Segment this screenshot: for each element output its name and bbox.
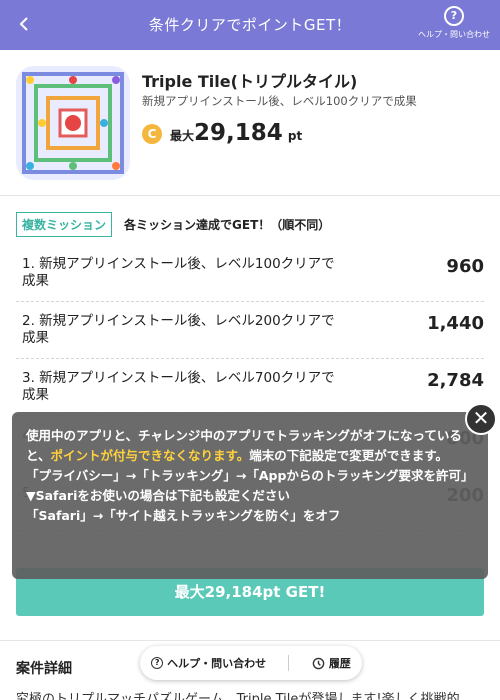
divider (0, 640, 500, 641)
details-text: 究極のトリプルマッチパズルゲーム、Triple Tileが登場します!楽しく挑戦… (16, 692, 460, 700)
coin-icon: C (142, 124, 162, 144)
tooltip-safari-path: 「Safari」→「サイト越えトラッキングを防ぐ」をオフ (26, 508, 341, 523)
help-history-bar: ? ヘルプ・問い合わせ 履歴 (140, 646, 362, 680)
history-icon (312, 657, 325, 669)
history-link[interactable]: 履歴 (312, 655, 351, 671)
app-name: Triple Tile(トリプルタイル) (142, 72, 358, 91)
mission-points: 960 (446, 256, 484, 277)
help-contact-label: ヘルプ・問い合わせ (418, 30, 490, 39)
points-unit: pt (287, 129, 303, 143)
mission-label: 1. 新規アプリインストール後、レベル100クリアで 成果 (22, 256, 362, 289)
max-points: 最大29,184 pt (170, 120, 302, 146)
mission-label: 2. 新規アプリインストール後、レベル200クリアで 成果 (22, 313, 362, 346)
mission-note: 各ミッション達成でGET！（順不同） (124, 217, 331, 232)
mission-row: 1. 新規アプリインストール後、レベル100クリアで 成果 960 (16, 256, 484, 302)
question-icon: ? (444, 6, 464, 26)
multi-mission-badge: 複数ミッション (16, 211, 113, 237)
mission-label: 3. 新規アプリインストール後、レベル700クリアで 成果 (22, 370, 362, 403)
mission-row: 2. 新規アプリインストール後、レベル200クリアで 成果 1,440 (16, 313, 484, 359)
close-button[interactable]: ✕ (465, 403, 497, 435)
tooltip-warning-text: ポイントが付与できなくなります。 (50, 448, 250, 463)
help-contact-text: ヘルプ・問い合わせ (167, 657, 267, 670)
tracking-warning-tooltip: 使用中のアプリと、チャレンジ中のアプリでトラッキングがオフになっていると、ポイン… (12, 412, 488, 579)
top-bar: 条件クリアでポイントGET！ ? ヘルプ・問い合わせ (0, 0, 500, 50)
app-condition: 新規アプリインストール後、レベル100クリアで成果 (142, 94, 417, 108)
max-value: 29,184 (194, 120, 283, 146)
app-icon (16, 66, 130, 180)
mission-points: 2,784 (427, 370, 484, 391)
help-contact-button[interactable]: ? ヘルプ・問い合わせ (414, 6, 494, 40)
mission-header: 複数ミッション 各ミッション達成でGET！（順不同） (16, 211, 331, 237)
question-icon: ? (151, 657, 164, 669)
history-text: 履歴 (328, 657, 351, 670)
tooltip-privacy-path: 「プライバシー」→「トラッキング」→「Appからのトラッキング要求を許可」 (26, 468, 474, 483)
mission-points: 1,440 (427, 313, 484, 334)
app-info: Triple Tile(トリプルタイル) 新規アプリインストール後、レベル100… (0, 50, 500, 196)
pill-divider (288, 655, 290, 671)
tooltip-safari-note: ▼Safariをお使いの場合は下記も設定ください (26, 488, 290, 503)
max-label: 最大 (170, 129, 195, 143)
help-contact-link[interactable]: ? ヘルプ・問い合わせ (151, 655, 266, 671)
tooltip-text-1b: 端末の下記設定で変更ができます。 (249, 448, 449, 463)
details-title: 案件詳細 (16, 661, 72, 677)
mission-row: 3. 新規アプリインストール後、レベル700クリアで 成果 2,784 (16, 370, 484, 416)
tooltip-paragraph-1: 使用中のアプリと、チャレンジ中のアプリでトラッキングがオフになっていると、ポイン… (26, 426, 474, 466)
